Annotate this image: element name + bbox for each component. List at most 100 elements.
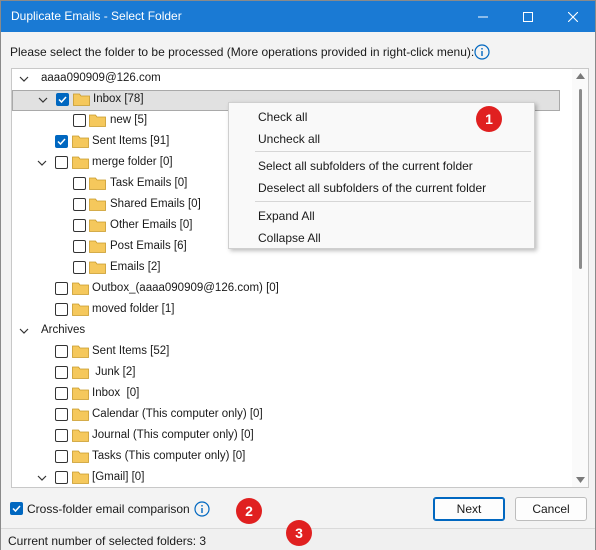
chevron-down-icon[interactable] (19, 326, 29, 336)
checkbox[interactable] (55, 135, 68, 148)
checkbox[interactable] (55, 303, 68, 316)
tree-row-label: moved folder [1] (92, 303, 175, 315)
tree-row-junk[interactable]: Junk [2] (12, 363, 572, 384)
close-icon (568, 11, 578, 22)
callout-badge-1: 1 (476, 106, 502, 132)
checkbox[interactable] (55, 429, 68, 442)
checkbox[interactable] (55, 156, 68, 169)
next-button[interactable]: Next (433, 497, 505, 521)
menu-item-deselect-subfolders[interactable]: Deselect all subfolders of the current f… (258, 181, 486, 195)
tree-row-label: aaaa090909@126.com (41, 72, 161, 84)
checkbox[interactable] (56, 93, 69, 106)
tree-row-label: Task Emails [0] (110, 177, 188, 189)
folder-icon (72, 429, 89, 442)
tree-row-label: Calendar (This computer only) [0] (92, 408, 263, 420)
menu-item-uncheck-all[interactable]: Uncheck all (258, 132, 320, 146)
checkbox[interactable] (73, 177, 86, 190)
checkbox[interactable] (55, 471, 68, 484)
folder-icon (72, 471, 89, 484)
tree-row-label: Tasks (This computer only) [0] (92, 450, 246, 462)
checkmark-icon (12, 505, 21, 513)
menu-item-expand-all[interactable]: Expand All (258, 209, 315, 223)
tree-row-label: Inbox [78] (93, 93, 144, 105)
tree-row-journal[interactable]: Journal (This computer only) [0] (12, 426, 572, 447)
folder-icon (72, 303, 89, 316)
checkmark-icon (57, 138, 66, 146)
menu-item-check-all[interactable]: Check all (258, 110, 307, 124)
dialog-window: Duplicate Emails - Select Folder Please … (0, 0, 596, 550)
tree-row-tasks[interactable]: Tasks (This computer only) [0] (12, 447, 572, 468)
checkbox[interactable] (73, 240, 86, 253)
callout-badge-2: 2 (236, 498, 262, 524)
chevron-down-icon[interactable] (19, 74, 29, 84)
minimize-icon (478, 16, 488, 17)
cross-folder-label[interactable]: Cross-folder email comparison (27, 502, 190, 516)
checkmark-icon (58, 96, 67, 104)
checkbox[interactable] (55, 345, 68, 358)
checkbox[interactable] (55, 282, 68, 295)
tree-row-label: Junk [2] (92, 366, 136, 378)
folder-icon (89, 198, 106, 211)
status-text: Current number of selected folders: 3 (8, 534, 207, 548)
folder-icon (89, 219, 106, 232)
checkbox[interactable] (55, 366, 68, 379)
folder-icon (72, 345, 89, 358)
checkbox[interactable] (55, 408, 68, 421)
menu-separator (255, 151, 531, 152)
folder-icon (89, 240, 106, 253)
chevron-down-icon[interactable] (38, 95, 48, 105)
scroll-down-icon[interactable] (576, 477, 585, 483)
cancel-button[interactable]: Cancel (515, 497, 587, 521)
folder-icon (72, 282, 89, 295)
cross-folder-checkbox[interactable] (10, 502, 23, 515)
tree-row-moved-folder[interactable]: moved folder [1] (12, 300, 572, 321)
checkbox[interactable] (55, 450, 68, 463)
tree-row-label: Sent Items [52] (92, 345, 170, 357)
folder-icon (72, 450, 89, 463)
folder-icon (72, 387, 89, 400)
folder-icon (89, 177, 106, 190)
chevron-down-icon[interactable] (37, 473, 47, 483)
tree-row-label: Sent Items [91] (92, 135, 170, 147)
folder-icon (72, 156, 89, 169)
prompt-text: Please select the folder to be processed… (10, 45, 475, 59)
tree-row-calendar[interactable]: Calendar (This computer only) [0] (12, 405, 572, 426)
tree-row-label: Post Emails [6] (110, 240, 187, 252)
folder-icon (72, 366, 89, 379)
checkbox[interactable] (55, 387, 68, 400)
info-icon[interactable] (474, 44, 490, 60)
maximize-icon (523, 11, 533, 22)
title-bar: Duplicate Emails - Select Folder (1, 1, 595, 32)
menu-separator (255, 201, 531, 202)
menu-item-collapse-all[interactable]: Collapse All (258, 231, 321, 245)
folder-icon (72, 135, 89, 148)
tree-row-archives[interactable]: Archives (12, 321, 572, 342)
tree-row-label: Shared Emails [0] (110, 198, 201, 210)
tree-row-archive-sent-items[interactable]: Sent Items [52] (12, 342, 572, 363)
maximize-button[interactable] (506, 1, 550, 32)
callout-badge-3: 3 (286, 520, 312, 546)
tree-row-label: Other Emails [0] (110, 219, 193, 231)
tree-row-gmail[interactable]: [Gmail] [0] (12, 468, 572, 487)
checkbox[interactable] (73, 261, 86, 274)
tree-row-label: Journal (This computer only) [0] (92, 429, 254, 441)
folder-icon (72, 408, 89, 421)
tree-row-emails[interactable]: Emails [2] (12, 258, 572, 279)
tree-row-label: [Gmail] [0] (92, 471, 145, 483)
checkbox[interactable] (73, 114, 86, 127)
checkbox[interactable] (73, 219, 86, 232)
close-button[interactable] (551, 1, 595, 32)
checkbox[interactable] (73, 198, 86, 211)
tree-row-label: Emails [2] (110, 261, 161, 273)
minimize-button[interactable] (461, 1, 505, 32)
tree-row-account[interactable]: aaaa090909@126.com (12, 69, 572, 90)
scroll-up-icon[interactable] (576, 73, 585, 79)
tree-row-archive-inbox[interactable]: Inbox [0] (12, 384, 572, 405)
tree-row-label: Outbox_(aaaa090909@126.com) [0] (92, 282, 279, 294)
tree-row-outbox[interactable]: Outbox_(aaaa090909@126.com) [0] (12, 279, 572, 300)
menu-item-select-subfolders[interactable]: Select all subfolders of the current fol… (258, 159, 473, 173)
scrollbar-thumb[interactable] (579, 89, 582, 269)
vertical-scrollbar[interactable] (572, 69, 588, 487)
chevron-down-icon[interactable] (37, 158, 47, 168)
info-icon[interactable] (194, 501, 210, 517)
